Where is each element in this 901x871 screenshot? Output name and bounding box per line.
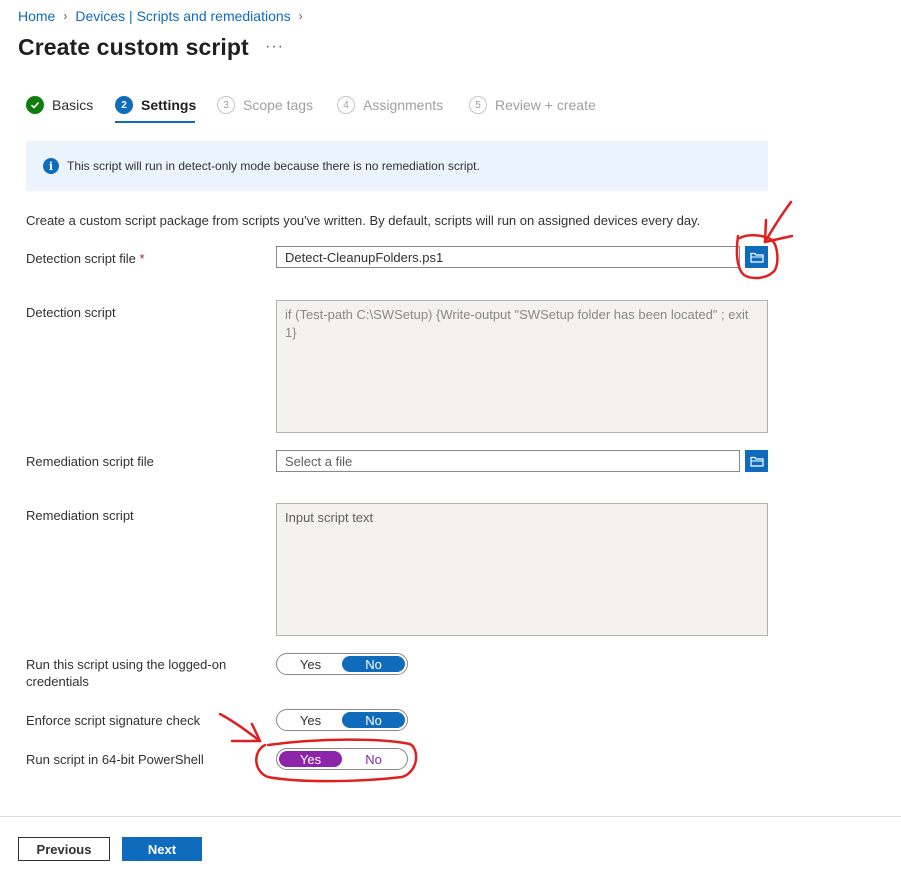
toggle-yes-option[interactable]: Yes (279, 751, 342, 767)
remediation-file-label: Remediation script file (26, 454, 154, 469)
banner-text: This script will run in detect-only mode… (67, 159, 480, 173)
remediation-script-label: Remediation script (26, 508, 134, 523)
more-options-icon[interactable]: ··· (265, 38, 284, 56)
remediation-file-input[interactable]: Select a file (276, 450, 740, 472)
step-assignments[interactable]: 4 Assignments (337, 94, 443, 116)
toggle-yes-option[interactable]: Yes (279, 656, 342, 672)
step-label: Review + create (495, 97, 596, 113)
required-marker: * (139, 251, 145, 266)
powershell-64bit-label: Run script in 64-bit PowerShell (26, 752, 204, 767)
step-label: Scope tags (243, 97, 314, 113)
powershell-64bit-toggle[interactable]: Yes No (276, 748, 408, 770)
footer-divider (0, 816, 901, 817)
detection-file-label: Detection script file * (26, 251, 145, 266)
breadcrumb: Home › Devices | Scripts and remediation… (18, 7, 305, 25)
step-number: 3 (217, 96, 235, 114)
page-title: Create custom script (18, 34, 249, 60)
logged-on-credentials-toggle[interactable]: Yes No (276, 653, 408, 675)
folder-icon (749, 252, 764, 263)
browse-remediation-file-button[interactable] (745, 450, 768, 472)
logged-on-credentials-label: Run this script using the logged-on cred… (26, 657, 227, 689)
annotation-arrow-browse (763, 200, 793, 244)
step-label: Basics (52, 97, 94, 113)
chevron-right-icon: › (63, 9, 68, 23)
detection-script-textarea[interactable]: if (Test-path C:\SWSetup) {Write-output … (276, 300, 768, 433)
breadcrumb-home-link[interactable]: Home (18, 8, 55, 24)
breadcrumb-devices-link[interactable]: Devices | Scripts and remediations (75, 8, 290, 24)
annotation-arrow-toggle (218, 712, 262, 743)
signature-check-toggle[interactable]: Yes No (276, 709, 408, 731)
info-banner: i This script will run in detect-only mo… (26, 141, 768, 191)
active-step-indicator (115, 121, 195, 123)
toggle-no-option[interactable]: No (342, 751, 405, 767)
remediation-script-textarea[interactable]: Input script text (276, 503, 768, 636)
info-icon: i (43, 158, 59, 174)
detection-script-label: Detection script (26, 305, 116, 320)
browse-detection-file-button[interactable] (745, 246, 768, 268)
toggle-yes-option[interactable]: Yes (279, 712, 342, 728)
step-number: 4 (337, 96, 355, 114)
step-number: 2 (115, 96, 133, 114)
step-basics[interactable]: Basics (26, 94, 93, 116)
folder-icon (749, 456, 764, 467)
step-number: 5 (469, 96, 487, 114)
next-button[interactable]: Next (122, 837, 202, 861)
chevron-right-icon: › (298, 9, 303, 23)
step-label: Settings (141, 97, 197, 113)
step-scope-tags[interactable]: 3 Scope tags (217, 94, 313, 116)
detection-file-input[interactable]: Detect-CleanupFolders.ps1 (276, 246, 740, 268)
step-settings[interactable]: 2 Settings (115, 94, 196, 116)
step-review-create[interactable]: 5 Review + create (469, 94, 596, 116)
annotation-overlay (218, 200, 794, 783)
annotation-arrowhead-browse (763, 218, 794, 244)
toggle-no-option[interactable]: No (342, 712, 405, 728)
signature-check-label: Enforce script signature check (26, 713, 201, 728)
previous-button[interactable]: Previous (18, 837, 110, 861)
toggle-no-option[interactable]: No (342, 656, 405, 672)
annotation-arrowhead-toggle (230, 722, 262, 743)
step-label: Assignments (363, 97, 444, 113)
checkmark-icon (26, 96, 44, 114)
description-text: Create a custom script package from scri… (26, 213, 701, 228)
